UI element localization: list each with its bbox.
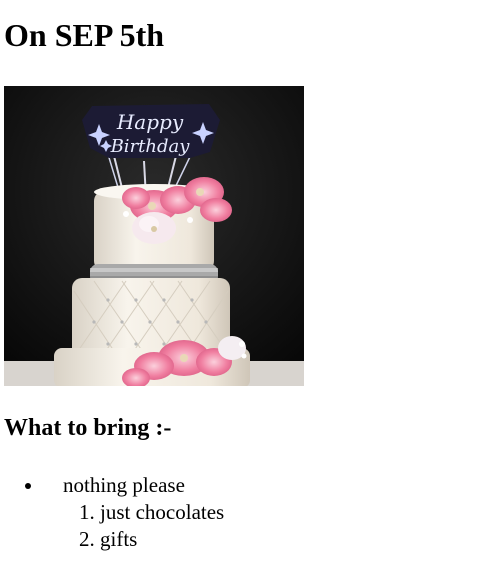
cake-illustration: Happy Birthday <box>4 86 304 386</box>
list-item-label: nothing please <box>63 473 185 497</box>
sub-list: just chocolates gifts <box>63 499 491 553</box>
topper-text-birthday: Birthday <box>110 136 191 157</box>
sub-list-item-label: just chocolates <box>100 500 225 524</box>
what-to-bring-heading: What to bring :- <box>4 415 172 441</box>
page-title: On SEP 5th <box>4 17 165 53</box>
birthday-cake-image: Happy Birthday <box>4 86 304 386</box>
list-item: nothing please just chocolates gifts <box>44 472 491 553</box>
page: On SEP 5th Happy Birthday What to bring … <box>0 0 491 553</box>
sub-list-item-label: gifts <box>100 527 138 551</box>
bring-list: nothing please just chocolates gifts <box>4 472 491 553</box>
topper-text-happy: Happy <box>116 110 184 134</box>
sub-list-item: just chocolates <box>100 499 491 526</box>
sub-list-item: gifts <box>100 526 491 553</box>
